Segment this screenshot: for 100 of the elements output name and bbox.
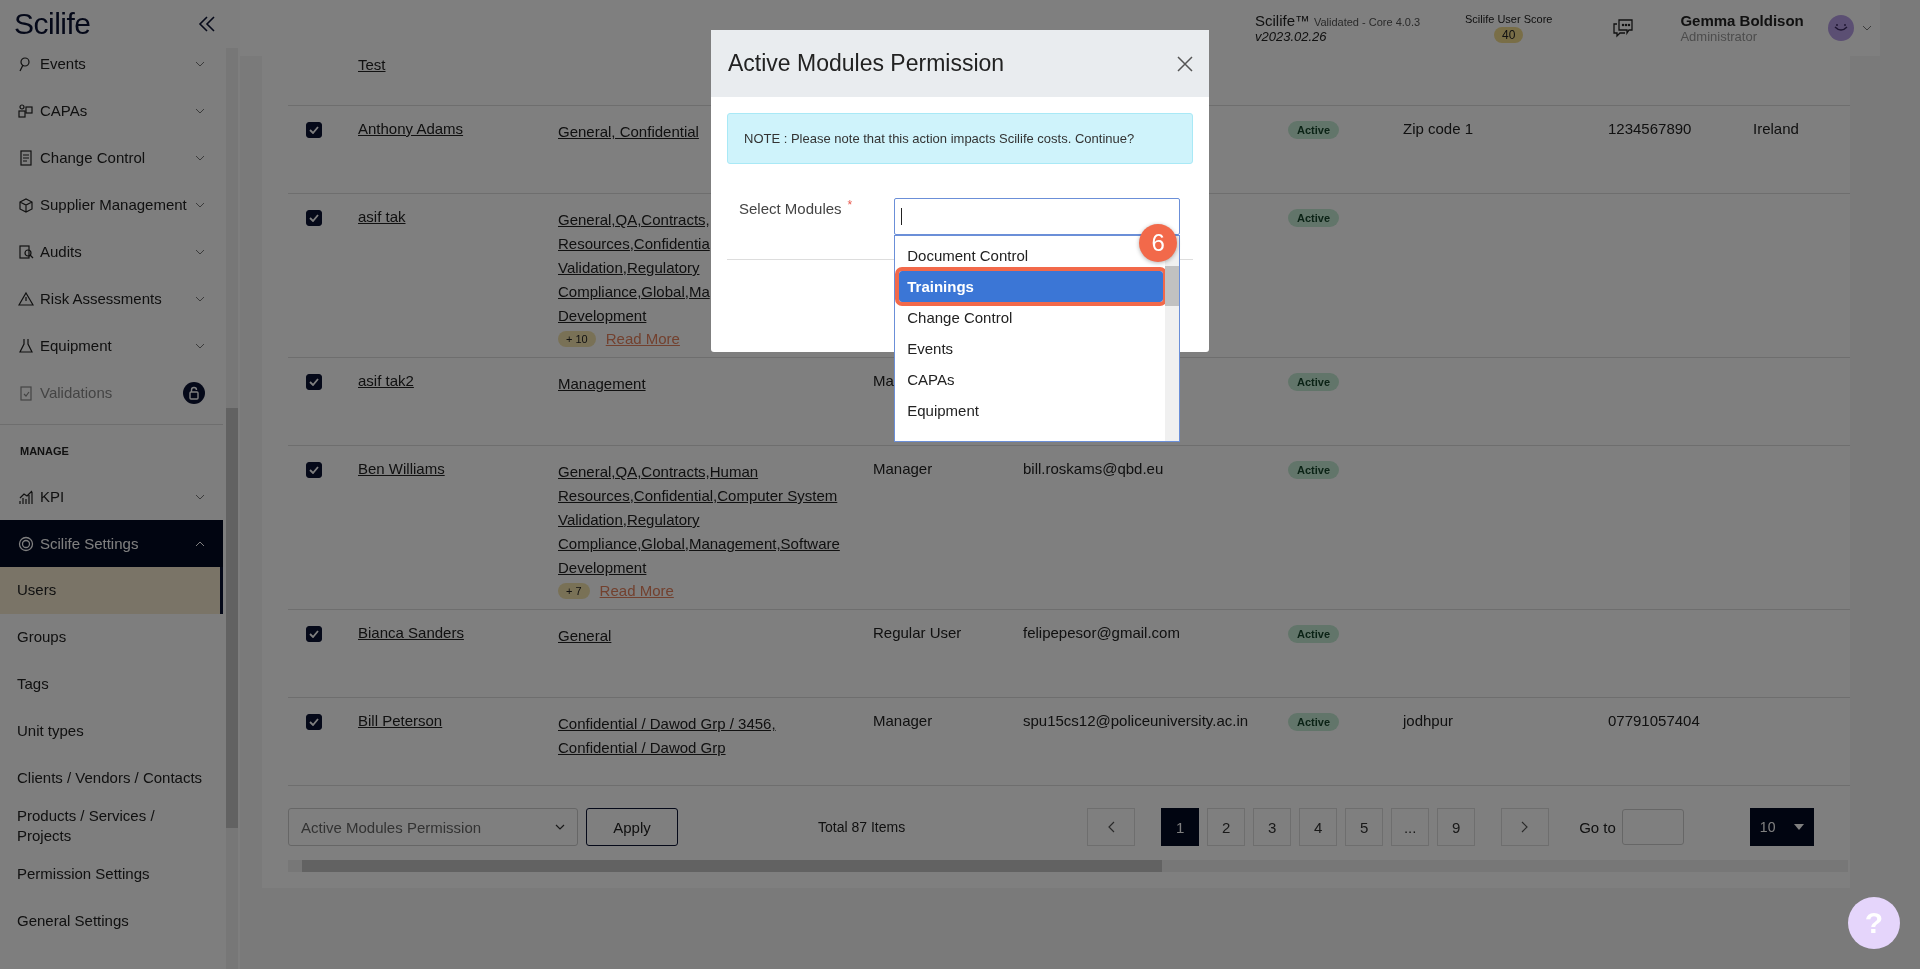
group-links[interactable]: Compliance,Global,Management,Software <box>558 532 840 556</box>
status-badge: Active <box>1288 121 1340 139</box>
page-size-select[interactable]: 10 <box>1749 808 1814 846</box>
avatar-icon[interactable] <box>1827 15 1854 41</box>
step-badge: 6 <box>1139 224 1178 262</box>
row-checkbox[interactable] <box>306 626 322 642</box>
group-links[interactable]: Confidential / Dawod Grp / 3456, <box>558 712 776 736</box>
group-links[interactable]: Management <box>558 372 646 396</box>
row-checkbox[interactable] <box>306 714 322 730</box>
horizontal-scrollbar[interactable] <box>288 860 1848 872</box>
submenu-item[interactable]: Users <box>0 567 223 614</box>
phone-text: 1234567890 <box>1608 120 1692 137</box>
user-name-link[interactable]: Bianca Sanders <box>358 624 464 641</box>
chevron-down-icon <box>195 107 205 114</box>
email-text: bill.roskams@qbd.eu <box>1023 460 1164 477</box>
nav-item[interactable]: CAPAs <box>0 87 223 134</box>
version-text: v2023.02.26 <box>1255 29 1328 44</box>
email-text: spu15cs12@policeuniversity.ac.in <box>1023 712 1249 729</box>
page-button[interactable]: 2 <box>1207 808 1246 846</box>
group-links[interactable]: Development <box>558 556 647 580</box>
group-links[interactable]: General, Confidential <box>558 120 699 144</box>
row-checkbox[interactable] <box>306 210 322 226</box>
group-links[interactable]: General,QA,Contracts,Human <box>558 460 759 484</box>
user-name-link[interactable]: asif tak2 <box>358 372 414 389</box>
dropdown-option[interactable]: Events <box>901 333 960 364</box>
status-badge: Active <box>1288 713 1340 731</box>
count-badge: + 7 <box>558 582 590 599</box>
user-name: Gemma Boldison <box>1680 12 1804 29</box>
submenu-item[interactable]: Products / Services / Projects <box>0 802 223 851</box>
row-checkbox[interactable] <box>306 374 322 390</box>
nav-item[interactable]: KPI <box>0 473 223 520</box>
role-text: Regular User <box>873 624 962 641</box>
checkmark-icon <box>309 466 319 474</box>
count-badge: + 10 <box>558 330 596 347</box>
page-button[interactable]: ... <box>1391 808 1430 846</box>
checkmark-icon <box>309 214 319 222</box>
group-links[interactable]: Resources,Confidential,Computer System <box>558 484 838 508</box>
logo-text: Scilife <box>14 7 91 41</box>
required-mark: * <box>847 198 853 212</box>
go-to-label: Go to <box>1579 818 1616 836</box>
modal-title: Active Modules Permission <box>728 50 1005 77</box>
go-to-field[interactable] <box>1621 809 1684 845</box>
field-label: Select Modules <box>739 199 842 217</box>
warn-icon <box>18 290 34 307</box>
nav-item[interactable]: Equipment <box>0 322 223 369</box>
page-button[interactable]: 9 <box>1437 808 1476 846</box>
row-checkbox[interactable] <box>306 462 322 478</box>
dropdown-option[interactable]: Change Control <box>901 302 1019 333</box>
bulk-action-select[interactable]: Active Modules Permission <box>288 808 578 846</box>
group-links[interactable]: Validation,Regulatory <box>558 256 700 280</box>
page-button[interactable]: 1 <box>1161 808 1200 846</box>
user-name-link[interactable]: Bill Peterson <box>358 712 443 729</box>
chevron-right-icon <box>1521 821 1530 833</box>
checkmark-icon <box>309 718 319 726</box>
nav-item[interactable]: Risk Assessments <box>0 275 223 322</box>
user-name-link[interactable]: Ben Williams <box>358 460 445 477</box>
group-links[interactable]: General,QA,Contracts, <box>558 208 710 232</box>
nav-item[interactable]: Audits <box>0 228 223 275</box>
page-button[interactable]: 3 <box>1253 808 1292 846</box>
submenu-item[interactable]: Clients / Vendors / Contacts <box>0 755 223 802</box>
submenu-item[interactable]: Groups <box>0 614 223 661</box>
caret-down-icon <box>1793 824 1804 830</box>
group-links[interactable]: Compliance,Global,Ma <box>558 280 710 304</box>
caret-icon[interactable] <box>1861 25 1872 31</box>
nav-item[interactable]: Change Control <box>0 134 223 181</box>
dropdown-option[interactable]: Document Control <box>901 240 1035 271</box>
close-icon[interactable] <box>1177 55 1193 72</box>
chat-icon[interactable] <box>1612 18 1635 38</box>
submenu-item[interactable]: Permission Settings <box>0 850 223 898</box>
submenu-item[interactable]: Tags <box>0 661 223 708</box>
target-icon <box>18 535 34 552</box>
user-name-link[interactable]: Anthony Adams <box>358 120 464 137</box>
row-checkbox[interactable] <box>306 122 322 138</box>
page-button[interactable]: 5 <box>1345 808 1384 846</box>
nav-item[interactable]: Supplier Management <box>0 181 223 228</box>
group-links[interactable]: Resources,Confidentia <box>558 232 710 256</box>
score-label: Scilife User Score <box>1465 13 1553 25</box>
group-links[interactable]: Validation,Regulatory <box>558 508 700 532</box>
dropdown-option[interactable]: CAPAs <box>901 364 961 395</box>
dropdown-option[interactable]: Equipment <box>901 395 985 426</box>
scrollbar[interactable] <box>1165 236 1180 441</box>
nav-item[interactable]: Scilife Settings <box>0 520 223 567</box>
chevron-up-icon <box>195 540 205 547</box>
collapse-icon[interactable] <box>198 15 216 33</box>
user-name-link[interactable]: Test <box>358 56 386 73</box>
chevron-down-icon <box>195 248 205 255</box>
status-badge: Active <box>1288 209 1340 227</box>
submenu-item[interactable]: General Settings <box>0 897 223 945</box>
user-name-link[interactable]: asif tak <box>358 208 406 225</box>
submenu-item[interactable]: Unit types <box>0 708 223 755</box>
scrollbar[interactable] <box>226 48 238 969</box>
nav-item[interactable]: Events <box>0 40 223 87</box>
group-links[interactable]: Development <box>558 304 647 328</box>
page-button[interactable]: 4 <box>1299 808 1338 846</box>
group-links[interactable]: General <box>558 624 612 648</box>
group-links[interactable]: Confidential / Dawod Grp <box>558 736 726 760</box>
module-search-field[interactable] <box>894 198 1181 235</box>
chevron-down-icon <box>195 60 205 67</box>
apply-button[interactable]: Apply <box>586 808 678 846</box>
box-icon <box>18 196 34 213</box>
